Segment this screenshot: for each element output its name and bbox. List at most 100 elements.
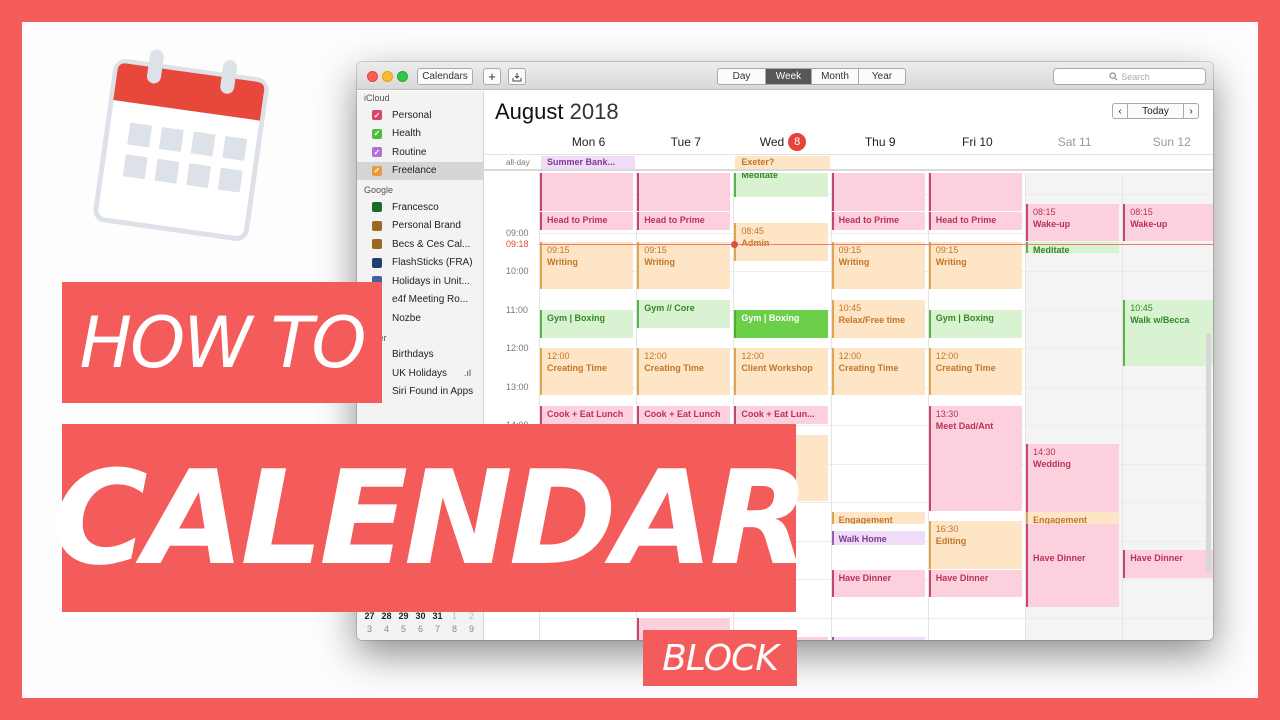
day-column-header[interactable]: Mon 6 (540, 132, 637, 152)
mini-calendar-day[interactable]: 5 (397, 623, 411, 636)
download-tray-icon (512, 72, 522, 81)
view-month-tab[interactable]: Month (812, 69, 859, 84)
minimize-window-button[interactable] (382, 71, 393, 82)
search-input[interactable]: Search (1053, 68, 1206, 85)
sidebar-calendar-item[interactable]: Personal Brand (357, 217, 483, 236)
calendar-event[interactable]: 08:15 Wake-up (1026, 203, 1120, 242)
event-title: Cook + Eat Lun... (741, 408, 815, 419)
close-window-button[interactable] (367, 71, 378, 82)
event-title: Gym | Boxing (741, 312, 800, 323)
calendar-event[interactable]: 12:00 Creating Time (540, 348, 634, 396)
all-day-event[interactable]: Summer Bank... (541, 156, 636, 169)
day-column-header[interactable]: Fri 10 (929, 132, 1026, 152)
all-day-event[interactable]: Exeter? (735, 156, 830, 169)
mini-calendar-day[interactable]: 8 (448, 623, 462, 636)
calendar-color-swatch[interactable] (372, 202, 382, 213)
sidebar-calendar-item[interactable]: FlashSticks (FRA) (357, 254, 483, 273)
calendar-event[interactable]: Engagement (831, 511, 925, 525)
sidebar-calendar-item[interactable]: ✓ Routine (357, 143, 483, 162)
calendar-event[interactable]: 12:00 Creating Time (831, 348, 925, 396)
next-week-button[interactable]: › (1183, 103, 1199, 119)
calendar-event[interactable]: 19:30Plan Time (831, 636, 925, 640)
calendar-event[interactable]: 09:15 Writing (928, 242, 1022, 290)
mini-calendar-day[interactable]: 9 (465, 623, 479, 636)
event-title: Gym | Boxing (935, 312, 994, 323)
search-placeholder: Search (1121, 71, 1150, 82)
sidebar-group-header: Google (364, 185, 394, 195)
calendar-event[interactable]: 14:30 Wedding (1026, 444, 1120, 608)
calendar-event[interactable]: Head to Prime (928, 211, 1022, 230)
calendar-event[interactable]: Meditate (734, 173, 828, 198)
sidebar-calendar-item[interactable]: Becs & Ces Cal... (357, 235, 483, 254)
calendar-event[interactable]: Cook + Eat Lun... (734, 405, 828, 425)
checkbox-checked-icon[interactable]: ✓ (372, 128, 382, 139)
calendar-event[interactable]: Have Dinner (1026, 550, 1120, 579)
calendar-event[interactable] (831, 173, 925, 211)
calendar-event[interactable]: Gym | Boxing (540, 309, 634, 338)
calendar-event[interactable]: Gym | Boxing (734, 309, 828, 338)
today-button[interactable]: Today (1128, 103, 1183, 119)
calendar-event[interactable]: 12:00 Creating Time (637, 348, 731, 396)
calendar-event[interactable]: Have Dinner (1123, 550, 1213, 579)
calendar-event[interactable]: Walk Home (831, 531, 925, 546)
mini-calendar-day[interactable]: 6 (414, 623, 428, 636)
event-time: 08:15 (1033, 206, 1056, 217)
calendar-event[interactable]: 08:45 Admin (734, 223, 828, 261)
checkbox-checked-icon[interactable]: ✓ (372, 165, 382, 176)
calendar-event[interactable]: 08:15 Wake-up (1123, 203, 1213, 242)
calendar-color-swatch[interactable] (372, 257, 382, 268)
view-day-tab[interactable]: Day (718, 69, 766, 84)
calendar-event[interactable]: 09:15 Writing (831, 242, 925, 290)
sidebar-calendar-item[interactable]: ✓ Freelance (357, 161, 483, 180)
previous-week-button[interactable]: ‹ (1112, 103, 1128, 119)
calendar-event[interactable]: Head to Prime (831, 211, 925, 230)
calendar-event[interactable]: Gym // Core (637, 300, 731, 328)
hour-label: 10:00 (506, 266, 529, 277)
calendar-event[interactable]: 16:30 Editing (928, 521, 1022, 569)
calendar-event[interactable]: Cook + Eat Lunch (637, 405, 731, 425)
calendar-event[interactable] (540, 173, 634, 211)
calendar-event[interactable]: 10:45 Relax/Free time (831, 300, 925, 338)
calendar-event[interactable]: Have Dinner (928, 569, 1022, 598)
vertical-scrollbar[interactable] (1206, 333, 1211, 573)
event-title: Cook + Eat Lunch (644, 408, 721, 419)
calendar-event[interactable] (928, 173, 1022, 211)
day-column-header[interactable]: Sun 12 (1123, 132, 1213, 152)
mini-calendar-day[interactable]: 3 (363, 623, 377, 636)
calendar-event[interactable]: 12:00 Client Workshop (734, 348, 828, 396)
calendars-button[interactable]: Calendars (417, 68, 473, 85)
checkbox-checked-icon[interactable]: ✓ (372, 110, 382, 121)
hour-label: 09:00 (506, 227, 529, 238)
sidebar-calendar-item[interactable]: ✓ Health (357, 125, 483, 144)
calendar-event[interactable]: 13:30 Meet Dad/Ant (928, 405, 1022, 511)
event-title: Gym // Core (644, 303, 695, 314)
calendar-event[interactable]: 09:15 Writing (637, 242, 731, 290)
calendar-event[interactable]: Have Dinner (831, 569, 925, 598)
calendar-event[interactable]: Gym | Boxing (928, 309, 1022, 338)
mini-calendar-day[interactable]: 7 (431, 623, 445, 636)
maximize-window-button[interactable] (397, 71, 408, 82)
view-week-tab[interactable]: Week (766, 69, 812, 84)
calendar-event[interactable]: Head to Prime (637, 211, 731, 230)
add-event-button[interactable]: + (483, 68, 501, 85)
day-column-header[interactable]: Sat 11 (1026, 132, 1123, 152)
day-column-header[interactable]: Wed 8 (734, 132, 831, 152)
calendar-color-swatch[interactable] (372, 239, 382, 250)
calendar-event[interactable]: 10:45 Walk w/Becca (1123, 300, 1213, 367)
day-column-header[interactable]: Tue 7 (637, 132, 734, 152)
calendar-event[interactable]: 12:00 Creating Time (928, 348, 1022, 396)
calendar-event[interactable] (637, 173, 731, 211)
calendar-event[interactable]: Cook + Eat Lunch (540, 405, 634, 425)
checkbox-checked-icon[interactable]: ✓ (372, 147, 382, 158)
calendar-event[interactable]: Head to Prime (540, 211, 634, 230)
sidebar-calendar-item[interactable]: Francesco (357, 198, 483, 217)
import-button[interactable] (508, 68, 526, 85)
calendar-color-swatch[interactable] (372, 220, 382, 231)
day-column-header[interactable]: Thu 9 (832, 132, 929, 152)
mini-calendar-day[interactable]: 4 (380, 623, 394, 636)
view-year-tab[interactable]: Year (859, 69, 905, 84)
calendar-event[interactable]: Engagement (1026, 511, 1120, 525)
event-time: 09:15 (838, 245, 862, 256)
calendar-event[interactable]: 09:15 Writing (540, 242, 634, 290)
sidebar-calendar-item[interactable]: ✓ Personal (357, 106, 483, 125)
